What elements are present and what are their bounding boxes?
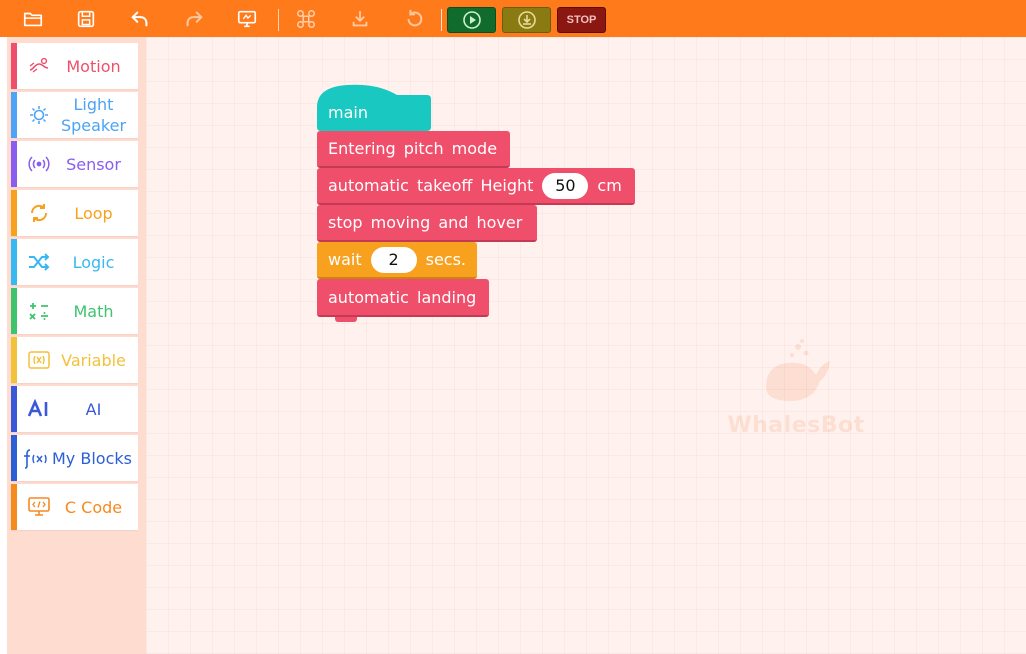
category-ai[interactable]: AI: [11, 386, 138, 432]
math-icon: [27, 300, 51, 322]
category-color-bar: [11, 190, 17, 236]
category-light-speaker[interactable]: Light Speaker: [11, 92, 138, 138]
code-workspace[interactable]: WhalesBot main Entering pitch mode autom…: [146, 37, 1026, 654]
stop-button[interactable]: STOP: [557, 7, 606, 33]
category-label: My Blocks: [52, 448, 132, 468]
category-label: AI: [85, 399, 102, 419]
logic-icon: [27, 251, 51, 273]
block-wait[interactable]: wait 2 secs.: [317, 242, 477, 279]
toolbar: STOP: [0, 0, 1026, 37]
hat-block-label: main: [328, 103, 368, 122]
category-math[interactable]: Math: [11, 288, 138, 334]
drone-icon[interactable]: [292, 5, 320, 33]
block-notch: [335, 317, 357, 322]
category-variable[interactable]: Variable: [11, 337, 138, 383]
run-button[interactable]: [447, 7, 496, 33]
screen-code-icon[interactable]: [233, 5, 261, 33]
block-text: automatic takeoff Height: [328, 176, 534, 195]
whalesbot-watermark: WhalesBot: [726, 337, 866, 447]
category-label: Loop: [74, 203, 113, 223]
toolbar-divider: [278, 9, 279, 31]
category-label: Sensor: [66, 154, 121, 174]
play-circle-icon: [462, 11, 481, 29]
watermark-text: WhalesBot: [727, 413, 865, 438]
function-icon: [21, 447, 51, 469]
save-icon[interactable]: [72, 5, 100, 33]
category-color-bar: [11, 239, 17, 285]
category-loop[interactable]: Loop: [11, 190, 138, 236]
wait-seconds-input[interactable]: 2: [370, 246, 417, 273]
folder-open-icon[interactable]: [19, 5, 47, 33]
category-label: Logic: [72, 252, 115, 272]
category-sidebar: Motion Light Speaker Sensor Loop Logic M…: [7, 37, 146, 654]
motion-icon: [27, 55, 51, 77]
category-color-bar: [11, 288, 17, 334]
block-text: Entering pitch mode: [328, 139, 498, 158]
download-circle-icon: [517, 11, 536, 29]
undo-icon[interactable]: [126, 5, 154, 33]
category-color-bar: [11, 337, 17, 383]
block-unit-text: secs.: [425, 250, 467, 269]
category-label: C Code: [64, 497, 123, 517]
download-program-button[interactable]: [502, 7, 551, 33]
category-c-code[interactable]: C Code: [11, 484, 138, 530]
category-color-bar: [11, 386, 17, 432]
height-value-input[interactable]: 50: [542, 172, 589, 199]
c-code-icon: [27, 496, 51, 518]
block-automatic-takeoff[interactable]: automatic takeoff Height 50 cm: [317, 168, 635, 205]
block-stop-moving-hover[interactable]: stop moving and hover: [317, 205, 537, 242]
category-label: Motion: [66, 56, 121, 76]
toolbar-divider: [441, 9, 442, 31]
category-color-bar: [11, 141, 17, 187]
category-label: Light Speaker: [60, 95, 127, 135]
block-text: stop moving and hover: [328, 213, 523, 232]
block-text: automatic landing: [328, 287, 477, 307]
redo-icon[interactable]: [180, 5, 208, 33]
category-motion[interactable]: Motion: [11, 43, 138, 89]
block-unit-text: cm: [597, 176, 622, 195]
block-text: wait: [328, 250, 362, 269]
category-label: Math: [73, 301, 114, 321]
block-entering-pitch-mode[interactable]: Entering pitch mode: [317, 131, 510, 168]
category-sensor[interactable]: Sensor: [11, 141, 138, 187]
block-automatic-landing[interactable]: automatic landing: [317, 279, 489, 317]
sensor-icon: [27, 153, 51, 175]
category-logic[interactable]: Logic: [11, 239, 138, 285]
app-window: STOP Motion Light Speaker Sensor Loop Lo…: [0, 0, 1026, 654]
whale-logo-icon: [766, 339, 830, 401]
upload-icon[interactable]: [346, 5, 374, 33]
category-color-bar: [11, 435, 17, 481]
category-color-bar: [11, 43, 17, 89]
variable-icon: [27, 349, 51, 371]
light-speaker-icon: [27, 104, 51, 126]
category-my-blocks[interactable]: My Blocks: [11, 435, 138, 481]
category-color-bar: [11, 484, 17, 530]
reset-icon[interactable]: [401, 5, 429, 33]
ai-icon: [27, 398, 51, 420]
category-label: Variable: [61, 350, 126, 370]
category-color-bar: [11, 92, 17, 138]
loop-icon: [27, 202, 51, 224]
main-hat-block[interactable]: main: [317, 83, 431, 131]
